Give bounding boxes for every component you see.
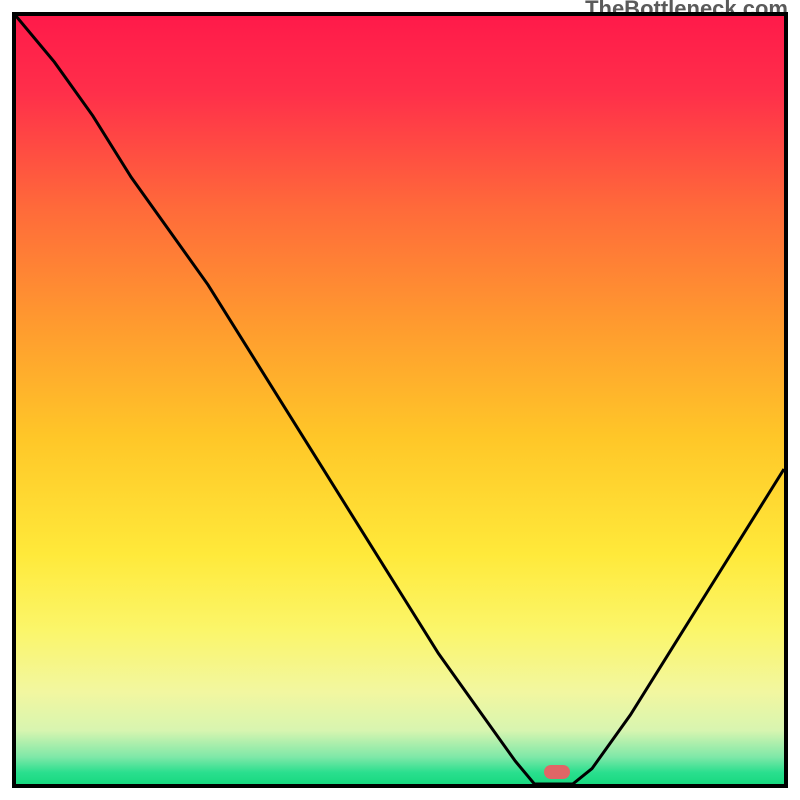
chart-container: TheBottleneck.com	[0, 0, 800, 800]
plot-area	[12, 12, 788, 788]
bottleneck-curve	[16, 16, 784, 784]
optimum-marker	[544, 765, 570, 779]
curve-layer	[16, 16, 784, 784]
